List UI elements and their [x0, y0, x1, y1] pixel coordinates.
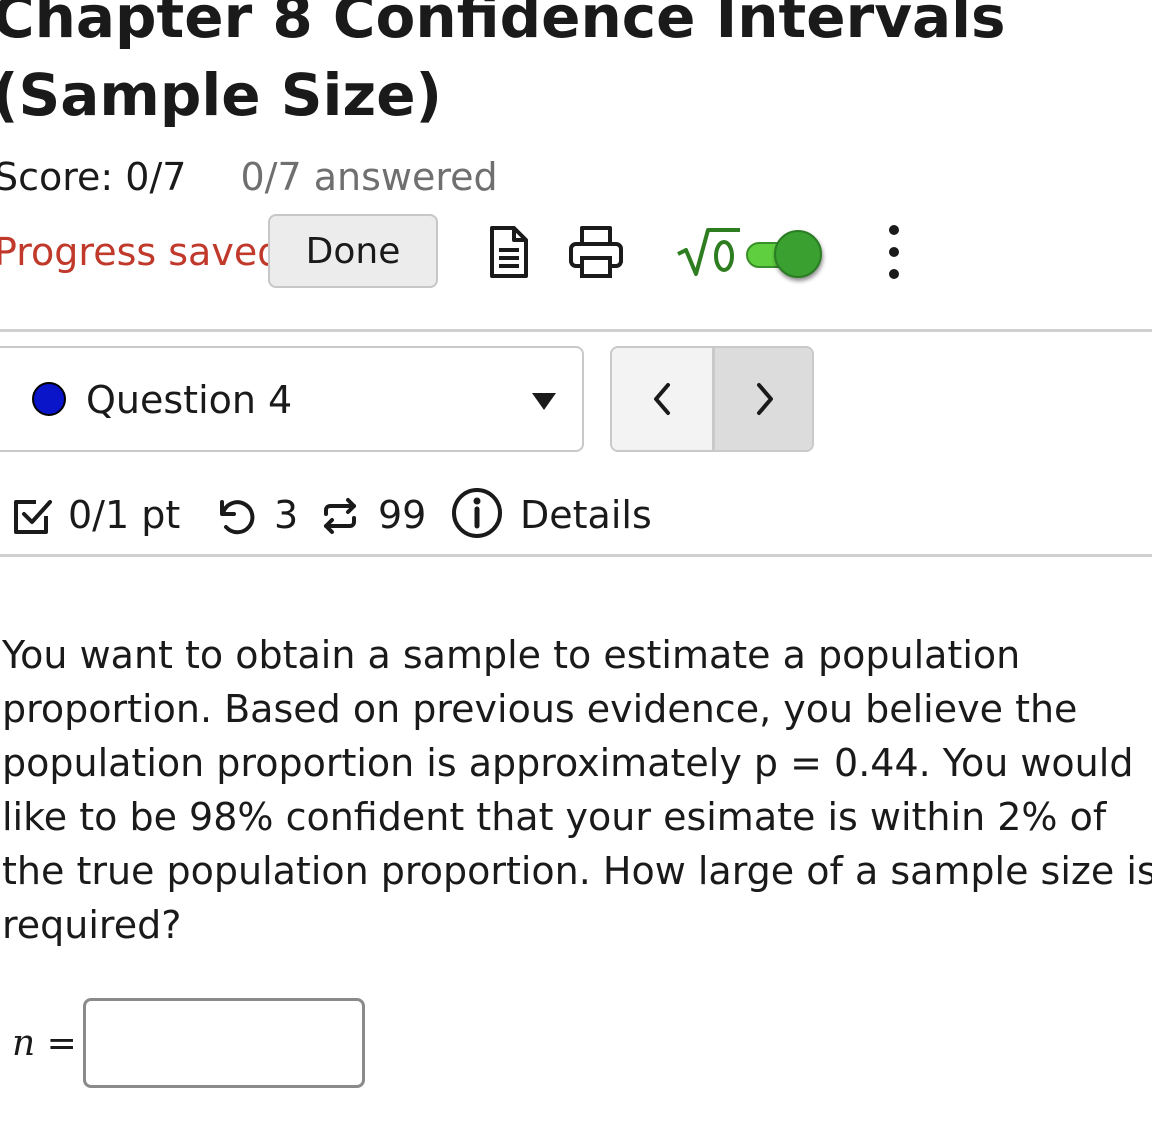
print-icon[interactable] — [566, 222, 626, 282]
retries-count: 3 — [274, 493, 299, 537]
sample-size-input[interactable] — [83, 998, 365, 1088]
math-toggle[interactable] — [744, 230, 828, 278]
sqrt-icon — [674, 222, 744, 282]
question-prompt: You want to obtain a sample to estimate … — [2, 633, 1152, 947]
checkbox-icon — [14, 500, 52, 534]
question-selector-label: Question 4 — [86, 378, 293, 422]
question-meta: 0/1 pt 3 99 Details — [10, 480, 910, 550]
toolbar: Progress saved Done — [0, 212, 1152, 292]
assignment-page: Chapter 8 Confidence Intervals (Sample S… — [0, 0, 1152, 1127]
answered-count: 0/7 answered — [240, 155, 498, 199]
details-label: Details — [520, 493, 652, 537]
page-title-line-1: Chapter 8 Confidence Intervals — [0, 0, 1006, 51]
page-title-line-2: (Sample Size) — [0, 61, 443, 129]
answer-equals: = — [46, 1023, 77, 1064]
next-question-button[interactable] — [712, 348, 812, 450]
page-title: Chapter 8 Confidence Intervals (Sample S… — [0, 0, 1006, 134]
math-toggle-knob — [774, 230, 822, 278]
question-status-dot — [32, 382, 66, 416]
score-text: Score: 0/7 — [0, 155, 187, 199]
retry-icon — [220, 500, 255, 535]
answer-row: n = — [12, 998, 412, 1088]
more-vertical-icon[interactable] — [874, 220, 914, 284]
divider-top — [0, 329, 1152, 332]
question-pager — [610, 346, 814, 452]
previous-question-button[interactable] — [612, 348, 712, 450]
versions-count: 99 — [378, 493, 427, 537]
info-icon — [452, 488, 502, 538]
versions-icon — [324, 498, 356, 534]
divider-meta — [0, 554, 1152, 557]
question-selector[interactable]: Question 4 — [0, 346, 584, 452]
chevron-left-icon — [654, 383, 670, 415]
points-text: 0/1 pt — [68, 493, 181, 537]
progress-saved-status: Progress saved — [0, 230, 282, 274]
done-button[interactable]: Done — [268, 214, 438, 288]
caret-down-icon — [532, 393, 556, 410]
chevron-right-icon — [757, 383, 773, 415]
answer-variable: n — [12, 1023, 36, 1064]
answer-label: n = — [12, 1022, 77, 1066]
document-icon[interactable] — [478, 222, 538, 282]
score-row: Score: 0/7 0/7 answered — [0, 152, 498, 202]
